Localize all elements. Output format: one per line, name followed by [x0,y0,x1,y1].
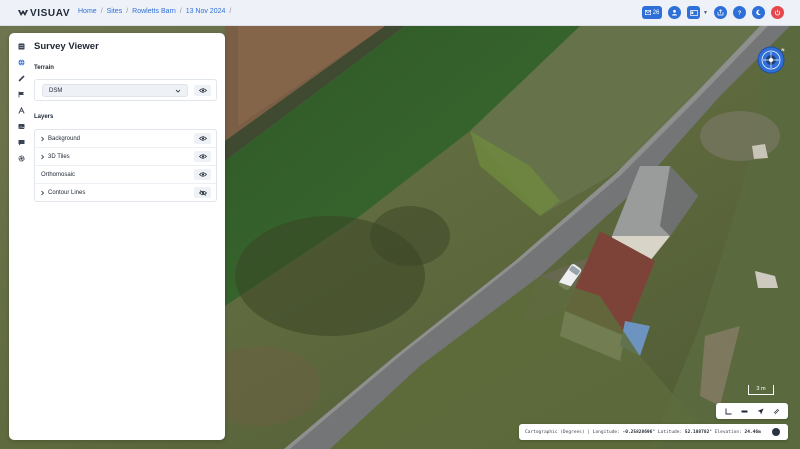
logout-button[interactable] [771,6,784,19]
rail-annotate-button[interactable] [16,106,26,115]
navigation-arrow-icon [757,408,763,414]
breadcrumb-date[interactable]: 13 Nov 2024 [186,8,226,15]
layer-label: Contour Lines [48,190,86,196]
terrain-card: DSM [34,79,217,101]
scale-bar: 3 m [748,385,774,395]
logo-icon [18,10,28,16]
latitude-value: 52.188782° [684,429,712,435]
flag-icon [18,91,24,98]
layer-visibility-toggle[interactable] [194,187,211,198]
height-icon [725,408,731,414]
height-tool-button[interactable] [724,407,732,415]
rail-comments-button[interactable] [16,138,26,147]
layer-row-orthomosaic[interactable]: Orthomosaic [35,166,216,184]
terrain-select-value: DSM [49,88,63,94]
breadcrumb-home[interactable]: Home [78,8,97,15]
rail-flag-button[interactable] [16,90,26,99]
coordinates-readout: Cartographic (Degrees) | Longitude: -0.2… [519,424,788,440]
layer-row-contour-lines[interactable]: Contour Lines [35,184,216,202]
layer-row-3d-tiles[interactable]: 3D Tiles [35,148,216,166]
eye-icon [198,136,207,141]
eye-icon [198,154,207,159]
help-button[interactable]: ? [733,6,746,19]
help-icon: ? [738,11,742,16]
layer-label: Orthomosaic [41,172,76,178]
layer-row-background[interactable]: Background [35,130,216,148]
clear-tool-button[interactable] [772,407,780,415]
tool-rail [16,42,26,163]
latitude-label: Latitude: [657,429,683,435]
user-icon [672,9,678,16]
rail-settings-button[interactable] [16,154,26,163]
breadcrumb-site[interactable]: Rowletts Barn [132,8,176,15]
coords-prefix: Cartographic (Degrees) | Longitude: [525,429,620,435]
chat-icon [18,140,24,146]
terrain-visibility-toggle[interactable] [194,85,211,96]
compass-icon: N [757,46,785,74]
moon-icon [756,9,761,16]
locate-button[interactable] [772,428,780,436]
chevron-right-icon[interactable] [40,154,45,160]
terrain-select[interactable]: DSM [42,84,188,97]
rail-images-button[interactable] [16,122,26,131]
panel-title: Survey Viewer [34,41,99,52]
chevron-right-icon[interactable] [40,136,45,142]
breadcrumb: Home / Sites / Rowletts Barn/ 13 Nov 2024/ [78,8,232,15]
layer-label: 3D Tiles [48,154,70,160]
layers-icon [18,43,24,50]
distance-icon [741,410,747,412]
eye-off-icon [198,189,207,196]
globe-icon [18,59,24,66]
point-tool-button[interactable] [756,407,764,415]
survey-viewer-panel: Survey Viewer Terrain DSM Layers Backgro… [9,33,225,440]
eye-icon [198,172,207,177]
share-button[interactable] [714,6,727,19]
top-bar: VISUAV Home / Sites / Rowletts Barn/ 13 No… [0,0,800,26]
ruler-icon [17,75,25,82]
mail-icon [644,10,651,15]
chevron-down-icon [175,89,181,93]
layer-label: Background [48,136,81,142]
distance-tool-button[interactable] [740,407,748,415]
svg-text:N: N [782,47,785,52]
layer-visibility-toggle[interactable] [194,169,211,180]
terrain-label: Terrain [34,65,54,71]
messages-button[interactable]: 26 [642,6,663,19]
gear-icon [17,155,25,162]
measure-toolbar [716,403,788,419]
image-icon [18,124,25,129]
compass-widget[interactable]: N [757,46,785,74]
rail-measure-button[interactable] [16,74,26,83]
svg-text:?: ? [738,11,742,16]
elevation-value: 24.46m [744,429,761,435]
logo[interactable]: VISUAV [18,7,70,19]
chevron-down-icon[interactable]: ▼ [703,10,708,16]
layer-visibility-toggle[interactable] [194,151,211,162]
theme-toggle-button[interactable] [752,6,765,19]
share-icon [717,9,724,16]
elevation-label: Elevation: [714,429,742,435]
eye-icon [198,88,207,93]
id-card-icon [689,9,698,16]
account-button[interactable] [687,6,701,19]
user-button[interactable] [668,6,682,19]
breadcrumb-sites[interactable]: Sites [107,8,123,15]
eraser-icon [773,408,779,414]
rail-layers-button[interactable] [16,42,26,51]
layers-label: Layers [34,114,54,120]
message-count: 26 [652,9,660,16]
chevron-right-icon[interactable] [40,190,45,196]
rail-globe-button[interactable] [16,58,26,67]
longitude-value: -0.25828696° [622,429,656,435]
logo-text: VISUAV [30,7,71,19]
layers-list: Background 3D Tiles Orthomosaic Contour … [34,129,217,202]
layer-visibility-toggle[interactable] [194,133,211,144]
triangle-a-icon [17,107,25,114]
power-icon [774,9,781,16]
